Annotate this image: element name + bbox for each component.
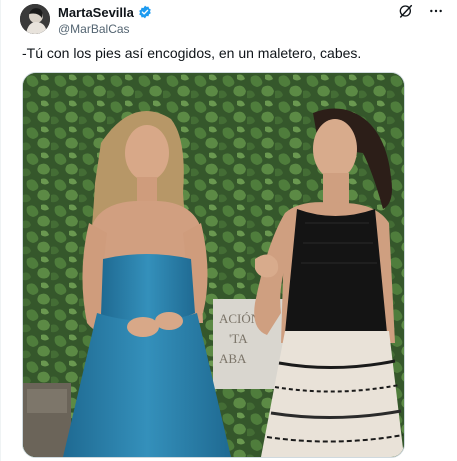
name-row: MartaSevilla [58, 4, 152, 20]
profile-photo-icon [20, 4, 50, 34]
photo-image: ACIÓN 'TA ABA [23, 73, 404, 457]
sign-text-2: 'TA [229, 331, 248, 346]
avatar[interactable] [20, 4, 50, 34]
tweet-post: MartaSevilla @MarBalCas -Tú con los pies… [0, 0, 457, 461]
more-horizontal-icon[interactable] [427, 2, 445, 20]
verified-badge-icon [138, 5, 152, 19]
timeline-border [0, 0, 1, 461]
sign-text-3: ABA [219, 351, 247, 366]
grok-icon[interactable] [397, 2, 415, 20]
display-name[interactable]: MartaSevilla [58, 5, 134, 20]
tweet-photo[interactable]: ACIÓN 'TA ABA [22, 72, 405, 458]
user-handle[interactable]: @MarBalCas [58, 22, 152, 36]
user-info: MartaSevilla @MarBalCas [58, 4, 152, 36]
post-actions [397, 2, 445, 20]
tweet-text: -Tú con los pies así encogidos, en un ma… [22, 45, 362, 61]
